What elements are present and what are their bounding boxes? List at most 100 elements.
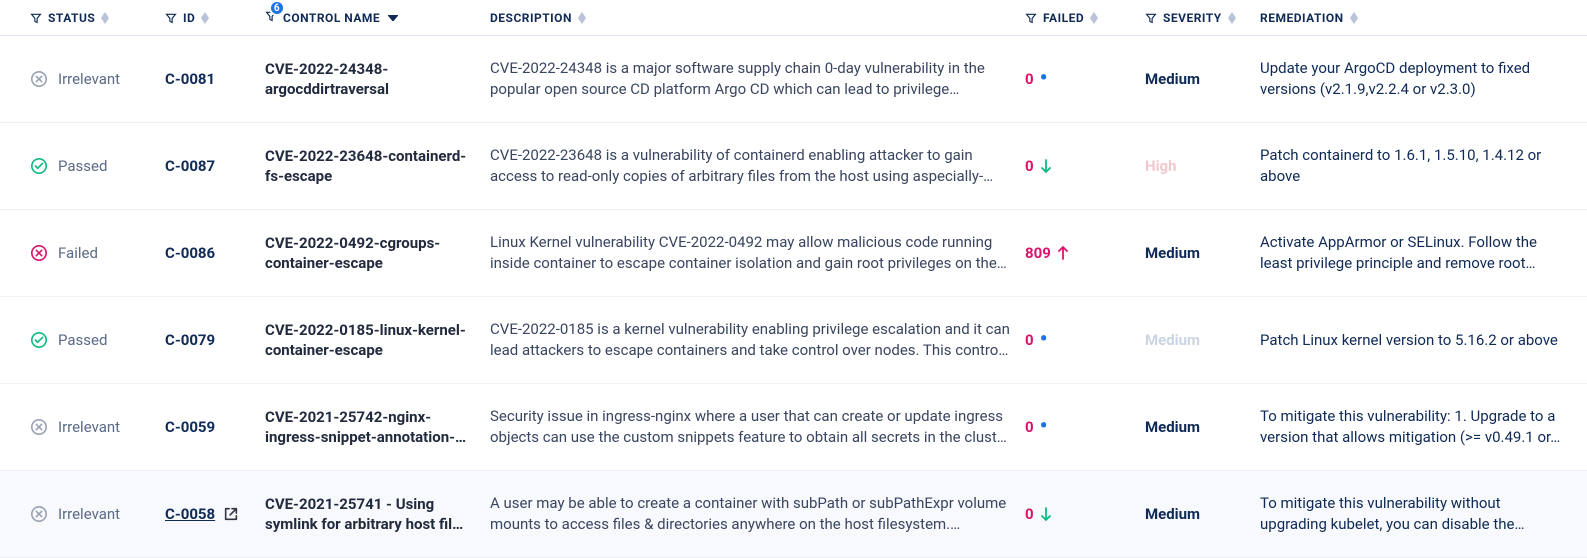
status-text: Irrelevant [58,505,120,523]
status-cell: Irrelevant [30,505,165,523]
sort-icon [578,12,586,24]
description: CVE-2022-0185 is a kernel vulnerability … [490,319,1025,361]
remediation: Activate AppArmor or SELinux. Follow the… [1260,232,1570,274]
table-body: Irrelevant C-0081 CVE-2022-24348-argocddir… [0,36,1587,558]
status-cell: Passed [30,331,165,349]
id-cell: C-0087 [165,157,265,175]
control-name: CVE-2022-0185-linux-kernel-container-esc… [265,320,490,361]
sort-icon [201,12,209,24]
severity: Medium [1145,505,1260,523]
trend-down-icon [1040,159,1052,173]
severity: Medium [1145,244,1260,262]
sort-icon [101,12,109,24]
status-text: Failed [58,244,98,262]
controls-table: Status ID 6 Control Name Description [0,0,1587,558]
failed-cell: 809 [1025,244,1145,262]
remediation: Update your ArgoCD deployment to fixed v… [1260,58,1570,100]
col-control-name[interactable]: 6 Control Name [265,10,490,25]
table-row[interactable]: Passed C-0087 CVE-2022-23648-containerd-fs… [0,123,1587,210]
status-text: Passed [58,157,107,175]
filter-icon [30,12,42,24]
filter-icon [1025,12,1037,24]
status-icon [30,331,48,349]
sort-icon [1228,12,1236,24]
control-id-link[interactable]: C-0081 [165,70,215,88]
severity: Medium [1145,70,1260,88]
control-id-link[interactable]: C-0086 [165,244,215,262]
remediation: To mitigate this vulnerability: 1. Upgra… [1260,406,1570,448]
description: CVE-2022-23648 is a vulnerability of con… [490,145,1025,187]
col-label: Description [490,11,572,25]
col-status[interactable]: Status [30,11,165,25]
status-text: Irrelevant [58,70,120,88]
failed-cell: 0• [1025,70,1145,88]
col-failed[interactable]: Failed [1025,11,1145,25]
control-name: CVE-2022-0492-cgroups-container-escape [265,233,490,274]
control-id-link[interactable]: C-0058 [165,505,215,523]
description: A user may be able to create a container… [490,493,1025,535]
remediation: Patch containerd to 1.6.1, 1.5.10, 1.4.1… [1260,145,1570,187]
status-cell: Passed [30,157,165,175]
col-description[interactable]: Description [490,11,1025,25]
col-label: Severity [1163,11,1222,25]
table-row[interactable]: Passed C-0079 CVE-2022-0185-linux-kernel-c… [0,297,1587,384]
control-id-link[interactable]: C-0059 [165,418,215,436]
severity: High [1145,157,1260,175]
status-icon [30,157,48,175]
failed-cell: 0• [1025,418,1145,436]
status-icon [30,505,48,523]
col-id[interactable]: ID [165,11,265,25]
trend-down-icon [1040,507,1052,521]
col-label: Failed [1043,11,1084,25]
control-name: CVE-2022-24348-argocddirtraversal [265,59,490,100]
failed-count: 0 [1025,418,1034,436]
id-cell: C-0081 [165,70,265,88]
control-name: CVE-2021-25741 - Using symlink for arbit… [265,494,490,535]
table-row[interactable]: Irrelevant C-0058 CVE-2021-25741 - Using s… [0,471,1587,558]
failed-count: 0 [1025,157,1034,175]
failed-count: 0 [1025,331,1034,349]
status-cell: Failed [30,244,165,262]
failed-count: 0 [1025,70,1034,88]
control-id-link[interactable]: C-0087 [165,157,215,175]
status-text: Irrelevant [58,418,120,436]
col-label: ID [183,11,195,25]
table-header-row: Status ID 6 Control Name Description [0,0,1587,36]
status-cell: Irrelevant [30,70,165,88]
sort-icon [1090,12,1098,24]
remediation: Patch Linux kernel version to 5.16.2 or … [1260,330,1570,351]
external-link-icon[interactable] [223,506,239,522]
failed-count: 0 [1025,505,1034,523]
id-cell: C-0086 [165,244,265,262]
failed-count: 809 [1025,244,1051,262]
col-severity[interactable]: Severity [1145,11,1260,25]
status-cell: Irrelevant [30,418,165,436]
failed-cell: 0 [1025,505,1145,523]
control-name: CVE-2022-23648-containerd-fs-escape [265,146,490,187]
col-label: Remediation [1260,11,1344,25]
trend-up-icon [1057,246,1069,260]
col-label: Status [48,11,95,25]
severity: Medium [1145,418,1260,436]
col-label: Control Name [283,11,380,25]
description: CVE-2022-24348 is a major software suppl… [490,58,1025,100]
table-row[interactable]: Failed C-0086 CVE-2022-0492-cgroups-contai… [0,210,1587,297]
filter-icon [165,12,177,24]
id-cell: C-0079 [165,331,265,349]
status-text: Passed [58,331,107,349]
status-icon [30,244,48,262]
id-cell: C-0058 [165,505,265,523]
table-row[interactable]: Irrelevant C-0081 CVE-2022-24348-argocddir… [0,36,1587,123]
chevron-down-icon [388,15,398,21]
col-remediation[interactable]: Remediation [1260,11,1570,25]
filter-badge: 6 [269,0,285,16]
table-row[interactable]: Irrelevant C-0059 CVE-2021-25742-nginx-ing… [0,384,1587,471]
status-icon [30,418,48,436]
sort-icon [1350,12,1358,24]
description: Linux Kernel vulnerability CVE-2022-0492… [490,232,1025,274]
description: Security issue in ingress-nginx where a … [490,406,1025,448]
failed-cell: 0• [1025,331,1145,349]
remediation: To mitigate this vulnerability without u… [1260,493,1570,535]
control-id-link[interactable]: C-0079 [165,331,215,349]
control-name: CVE-2021-25742-nginx-ingress-snippet-ann… [265,407,490,448]
